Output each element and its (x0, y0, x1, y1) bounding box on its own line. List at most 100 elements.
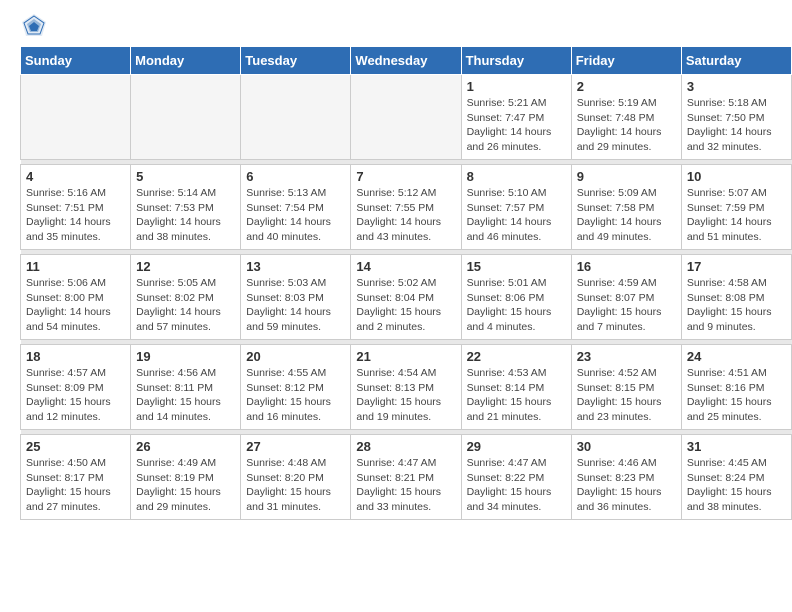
day-info: Sunrise: 4:46 AMSunset: 8:23 PMDaylight:… (577, 456, 676, 515)
day-info: Sunrise: 4:47 AMSunset: 8:22 PMDaylight:… (467, 456, 566, 515)
day-number: 5 (136, 169, 235, 184)
page-header (0, 0, 792, 46)
calendar-cell: 17 Sunrise: 4:58 AMSunset: 8:08 PMDayligh… (681, 255, 791, 340)
day-number: 10 (687, 169, 786, 184)
day-number: 14 (356, 259, 455, 274)
day-info: Sunrise: 4:47 AMSunset: 8:21 PMDaylight:… (356, 456, 455, 515)
calendar-cell (21, 75, 131, 160)
day-info: Sunrise: 5:10 AMSunset: 7:57 PMDaylight:… (467, 186, 566, 245)
calendar-cell: 14 Sunrise: 5:02 AMSunset: 8:04 PMDayligh… (351, 255, 461, 340)
calendar-cell: 22Sunrise: 4:53 AMSunset: 8:14 PMDayligh… (461, 345, 571, 430)
day-number: 31 (687, 439, 786, 454)
day-info: Sunrise: 5:01 AMSunset: 8:06 PMDaylight:… (467, 276, 566, 335)
weekday-thursday: Thursday (461, 47, 571, 75)
day-info: Sunrise: 5:21 AMSunset: 7:47 PMDaylight:… (467, 96, 566, 155)
day-number: 8 (467, 169, 566, 184)
calendar-cell: 13Sunrise: 5:03 AMSunset: 8:03 PMDayligh… (241, 255, 351, 340)
calendar-cell: 6 Sunrise: 5:13 AMSunset: 7:54 PMDaylight… (241, 165, 351, 250)
calendar-cell: 20 Sunrise: 4:55 AMSunset: 8:12 PMDayligh… (241, 345, 351, 430)
weekday-monday: Monday (131, 47, 241, 75)
calendar-cell (131, 75, 241, 160)
day-number: 16 (577, 259, 676, 274)
day-info: Sunrise: 4:54 AMSunset: 8:13 PMDaylight:… (356, 366, 455, 425)
weekday-friday: Friday (571, 47, 681, 75)
calendar-cell: 4 Sunrise: 5:16 AMSunset: 7:51 PMDaylight… (21, 165, 131, 250)
day-number: 19 (136, 349, 235, 364)
day-number: 12 (136, 259, 235, 274)
calendar-week-2: 4 Sunrise: 5:16 AMSunset: 7:51 PMDaylight… (21, 165, 792, 250)
calendar-cell: 25 Sunrise: 4:50 AMSunset: 8:17 PMDayligh… (21, 435, 131, 520)
day-info: Sunrise: 5:05 AMSunset: 8:02 PMDaylight:… (136, 276, 235, 335)
day-info: Sunrise: 4:48 AMSunset: 8:20 PMDaylight:… (246, 456, 345, 515)
day-number: 25 (26, 439, 125, 454)
day-number: 4 (26, 169, 125, 184)
day-number: 6 (246, 169, 345, 184)
day-info: Sunrise: 4:45 AMSunset: 8:24 PMDaylight:… (687, 456, 786, 515)
calendar-table: SundayMondayTuesdayWednesdayThursdayFrid… (20, 46, 792, 520)
weekday-header-row: SundayMondayTuesdayWednesdayThursdayFrid… (21, 47, 792, 75)
calendar-cell: 28 Sunrise: 4:47 AMSunset: 8:21 PMDayligh… (351, 435, 461, 520)
day-info: Sunrise: 4:58 AMSunset: 8:08 PMDaylight:… (687, 276, 786, 335)
day-info: Sunrise: 5:18 AMSunset: 7:50 PMDaylight:… (687, 96, 786, 155)
day-info: Sunrise: 4:59 AMSunset: 8:07 PMDaylight:… (577, 276, 676, 335)
day-number: 1 (467, 79, 566, 94)
calendar-cell: 11 Sunrise: 5:06 AMSunset: 8:00 PMDayligh… (21, 255, 131, 340)
day-number: 3 (687, 79, 786, 94)
day-info: Sunrise: 5:02 AMSunset: 8:04 PMDaylight:… (356, 276, 455, 335)
day-number: 27 (246, 439, 345, 454)
day-number: 9 (577, 169, 676, 184)
calendar-week-5: 25 Sunrise: 4:50 AMSunset: 8:17 PMDayligh… (21, 435, 792, 520)
day-info: Sunrise: 4:51 AMSunset: 8:16 PMDaylight:… (687, 366, 786, 425)
day-info: Sunrise: 4:55 AMSunset: 8:12 PMDaylight:… (246, 366, 345, 425)
day-info: Sunrise: 5:06 AMSunset: 8:00 PMDaylight:… (26, 276, 125, 335)
calendar-cell: 31 Sunrise: 4:45 AMSunset: 8:24 PMDayligh… (681, 435, 791, 520)
weekday-tuesday: Tuesday (241, 47, 351, 75)
day-info: Sunrise: 4:56 AMSunset: 8:11 PMDaylight:… (136, 366, 235, 425)
weekday-wednesday: Wednesday (351, 47, 461, 75)
calendar-cell: 8 Sunrise: 5:10 AMSunset: 7:57 PMDaylight… (461, 165, 571, 250)
day-number: 7 (356, 169, 455, 184)
calendar-week-4: 18 Sunrise: 4:57 AMSunset: 8:09 PMDayligh… (21, 345, 792, 430)
calendar-cell: 19 Sunrise: 4:56 AMSunset: 8:11 PMDayligh… (131, 345, 241, 430)
day-number: 20 (246, 349, 345, 364)
calendar-cell: 12 Sunrise: 5:05 AMSunset: 8:02 PMDayligh… (131, 255, 241, 340)
logo (20, 12, 52, 40)
day-info: Sunrise: 5:12 AMSunset: 7:55 PMDaylight:… (356, 186, 455, 245)
day-number: 29 (467, 439, 566, 454)
day-number: 11 (26, 259, 125, 274)
calendar-cell: 24Sunrise: 4:51 AMSunset: 8:16 PMDayligh… (681, 345, 791, 430)
calendar-cell: 15 Sunrise: 5:01 AMSunset: 8:06 PMDayligh… (461, 255, 571, 340)
calendar-cell: 1 Sunrise: 5:21 AMSunset: 7:47 PMDaylight… (461, 75, 571, 160)
calendar-cell: 18 Sunrise: 4:57 AMSunset: 8:09 PMDayligh… (21, 345, 131, 430)
calendar-cell: 16 Sunrise: 4:59 AMSunset: 8:07 PMDayligh… (571, 255, 681, 340)
calendar-cell: 30Sunrise: 4:46 AMSunset: 8:23 PMDayligh… (571, 435, 681, 520)
calendar-cell: 7 Sunrise: 5:12 AMSunset: 7:55 PMDaylight… (351, 165, 461, 250)
day-number: 26 (136, 439, 235, 454)
day-info: Sunrise: 5:09 AMSunset: 7:58 PMDaylight:… (577, 186, 676, 245)
day-number: 2 (577, 79, 676, 94)
day-info: Sunrise: 5:19 AMSunset: 7:48 PMDaylight:… (577, 96, 676, 155)
calendar-cell: 23Sunrise: 4:52 AMSunset: 8:15 PMDayligh… (571, 345, 681, 430)
day-info: Sunrise: 4:57 AMSunset: 8:09 PMDaylight:… (26, 366, 125, 425)
day-info: Sunrise: 5:16 AMSunset: 7:51 PMDaylight:… (26, 186, 125, 245)
day-number: 15 (467, 259, 566, 274)
day-info: Sunrise: 4:50 AMSunset: 8:17 PMDaylight:… (26, 456, 125, 515)
calendar-cell: 27 Sunrise: 4:48 AMSunset: 8:20 PMDayligh… (241, 435, 351, 520)
calendar-week-3: 11 Sunrise: 5:06 AMSunset: 8:00 PMDayligh… (21, 255, 792, 340)
calendar-cell: 21 Sunrise: 4:54 AMSunset: 8:13 PMDayligh… (351, 345, 461, 430)
calendar-cell: 10 Sunrise: 5:07 AMSunset: 7:59 PMDayligh… (681, 165, 791, 250)
day-number: 21 (356, 349, 455, 364)
calendar-week-1: 1 Sunrise: 5:21 AMSunset: 7:47 PMDaylight… (21, 75, 792, 160)
day-info: Sunrise: 5:14 AMSunset: 7:53 PMDaylight:… (136, 186, 235, 245)
day-number: 17 (687, 259, 786, 274)
day-number: 18 (26, 349, 125, 364)
day-info: Sunrise: 5:07 AMSunset: 7:59 PMDaylight:… (687, 186, 786, 245)
day-info: Sunrise: 4:49 AMSunset: 8:19 PMDaylight:… (136, 456, 235, 515)
calendar-cell: 26 Sunrise: 4:49 AMSunset: 8:19 PMDayligh… (131, 435, 241, 520)
calendar-cell: 29 Sunrise: 4:47 AMSunset: 8:22 PMDayligh… (461, 435, 571, 520)
day-number: 28 (356, 439, 455, 454)
calendar-cell: 3 Sunrise: 5:18 AMSunset: 7:50 PMDaylight… (681, 75, 791, 160)
day-info: Sunrise: 4:52 AMSunset: 8:15 PMDaylight:… (577, 366, 676, 425)
calendar-cell: 9 Sunrise: 5:09 AMSunset: 7:58 PMDaylight… (571, 165, 681, 250)
day-info: Sunrise: 5:13 AMSunset: 7:54 PMDaylight:… (246, 186, 345, 245)
